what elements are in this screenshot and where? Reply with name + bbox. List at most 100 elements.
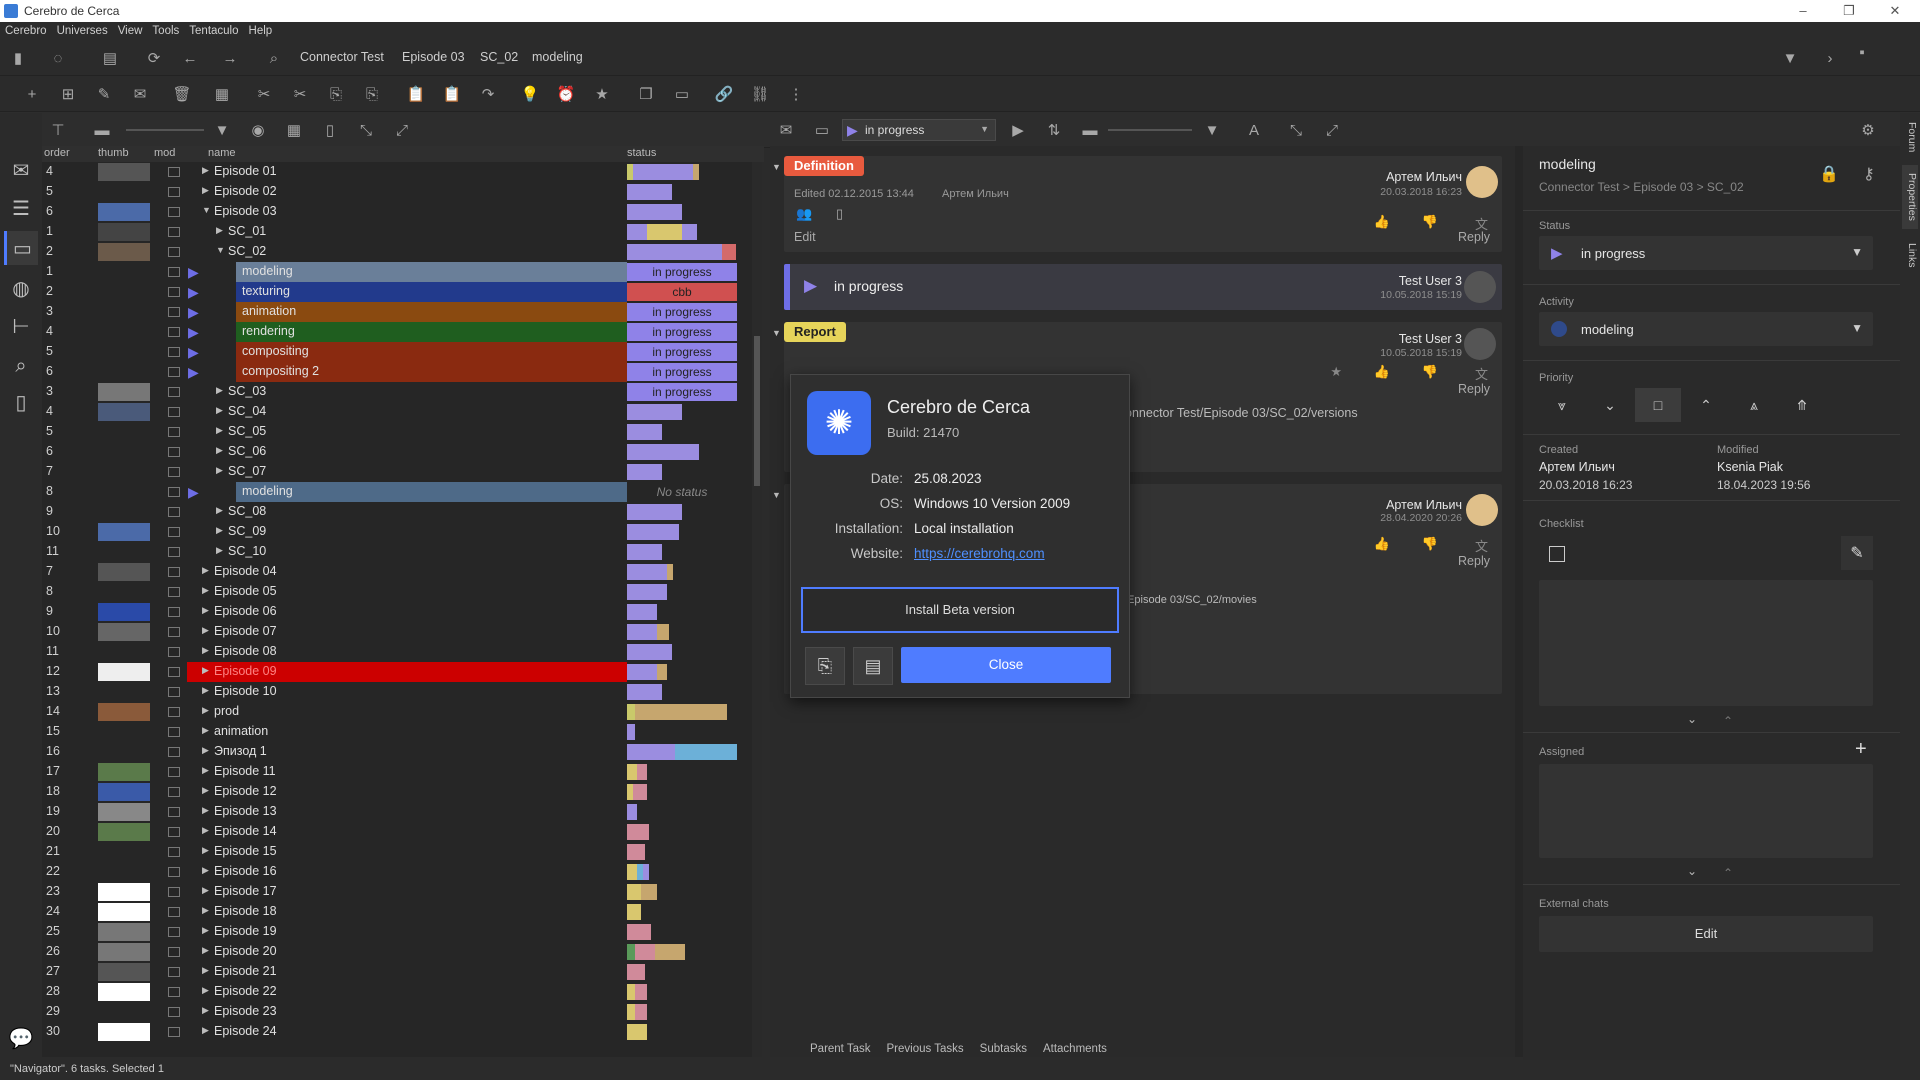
table-row[interactable]: 2 ▼ SC_02 <box>42 242 752 262</box>
collapsed-arrow-icon[interactable]: ▶ <box>216 405 223 416</box>
thumbnail-slider[interactable] <box>126 129 204 131</box>
table-row[interactable]: 11 ▶ Episode 08 <box>42 642 752 662</box>
versions-path[interactable]: Connector Test/Episode 03/SC_02/versions <box>1116 406 1358 420</box>
table-row[interactable]: 1 ▶ SC_01 <box>42 222 752 242</box>
table-row[interactable]: 10 ▶ Episode 07 <box>42 622 752 642</box>
table-row[interactable]: 25 ▶ Episode 19 <box>42 922 752 942</box>
thumbnail[interactable] <box>98 503 150 521</box>
chevron-up-icon[interactable]: ⌃ <box>1723 714 1733 728</box>
collapsed-arrow-icon[interactable]: ▶ <box>202 185 209 196</box>
thumbnail[interactable] <box>98 723 150 741</box>
copy-branch-icon[interactable]: ⎘ <box>362 84 382 104</box>
message-icon[interactable]: ✉ <box>130 84 150 104</box>
table-row[interactable]: 13 ▶ Episode 10 <box>42 682 752 702</box>
collapsed-arrow-icon[interactable]: ▶ <box>202 705 209 716</box>
tab-properties[interactable]: Properties <box>1902 165 1918 229</box>
table-row[interactable]: 12 ▶ Episode 09 <box>42 662 752 682</box>
reply-link[interactable]: Reply <box>1458 382 1490 396</box>
assigned-box[interactable] <box>1539 764 1873 858</box>
table-row[interactable]: 3 ▶ SC_03 in progress <box>42 382 752 402</box>
chevron-down-icon[interactable]: ⌄ <box>1687 712 1697 726</box>
task-row[interactable]: 8 ▶ modeling No status <box>42 482 752 502</box>
table-row[interactable]: 30 ▶ Episode 24 <box>42 1022 752 1042</box>
collapsed-arrow-icon[interactable]: ▶ <box>216 385 223 396</box>
settings-gear-icon[interactable]: ⚙ <box>1858 120 1878 140</box>
table-row[interactable]: 24 ▶ Episode 18 <box>42 902 752 922</box>
thumbnail[interactable] <box>98 803 150 821</box>
duplicate-icon[interactable]: ❐ <box>636 84 656 104</box>
collapse-icon-2[interactable]: ⤡ <box>1286 120 1306 140</box>
table-row[interactable]: 6 ▼ Episode 03 <box>42 202 752 222</box>
forward-icon[interactable]: → <box>220 48 240 68</box>
collapsed-arrow-icon[interactable]: ▶ <box>202 605 209 616</box>
collapse-arrow-icon[interactable]: ▼ <box>772 490 781 500</box>
zoom-slider[interactable] <box>1108 129 1192 131</box>
collapsed-arrow-icon[interactable]: ▶ <box>202 1005 209 1016</box>
paste-icon[interactable]: 📋 <box>406 84 426 104</box>
collapsed-arrow-icon[interactable]: ▶ <box>202 765 209 776</box>
table-row[interactable]: 17 ▶ Episode 11 <box>42 762 752 782</box>
refresh-icon[interactable]: ⟳ <box>144 48 164 68</box>
close-button[interactable]: Close <box>901 647 1111 683</box>
idea-icon[interactable]: 💡 <box>520 84 540 104</box>
hierarchy-nav-icon[interactable]: ⊢ <box>4 309 38 343</box>
cut-branch-icon[interactable]: ✂ <box>290 84 310 104</box>
thumbnail[interactable] <box>98 403 150 421</box>
table-row[interactable]: 4 ▶ Episode 01 <box>42 162 752 182</box>
panel-icon[interactable]: ▬ <box>1080 120 1100 140</box>
task-play-icon[interactable]: ▶ <box>188 364 199 381</box>
lock-icon[interactable]: 🔒 <box>1819 164 1839 184</box>
collapse-icon[interactable]: ⤡ <box>356 120 376 140</box>
paste-special-icon[interactable]: 📋 <box>442 84 462 104</box>
status-badge[interactable]: No status <box>627 483 737 501</box>
table-row[interactable]: 11 ▶ SC_10 <box>42 542 752 562</box>
table-row[interactable]: 10 ▶ SC_09 <box>42 522 752 542</box>
table-row[interactable]: 14 ▶ prod <box>42 702 752 722</box>
thumbnail[interactable] <box>98 763 150 781</box>
collapsed-arrow-icon[interactable]: ▶ <box>216 505 223 516</box>
search-icon[interactable]: ⌕ <box>264 48 284 68</box>
status-dropdown[interactable]: ▶ in progress ▼ <box>1539 236 1873 270</box>
thumbnail[interactable] <box>98 743 150 761</box>
checklist-checkbox[interactable] <box>1549 546 1565 562</box>
thumbnail[interactable] <box>98 643 150 661</box>
task-play-icon[interactable]: ▶ <box>188 284 199 301</box>
thumbnail[interactable] <box>98 383 150 401</box>
tab-parent-task[interactable]: Parent Task <box>810 1043 871 1059</box>
breadcrumb-episode[interactable]: Episode 03 <box>402 50 465 64</box>
tree-scrollbar[interactable] <box>752 162 762 1057</box>
expand-icon-2[interactable]: ⤢ <box>1322 120 1342 140</box>
thumbnail[interactable] <box>98 783 150 801</box>
clipboard-nav-icon[interactable]: ▯ <box>4 385 38 419</box>
table-row[interactable]: 29 ▶ Episode 23 <box>42 1002 752 1022</box>
status-filter-dropdown[interactable]: ▶ in progress ▼ <box>842 119 996 141</box>
thumbnail-size-icon[interactable]: ▬ <box>92 120 112 140</box>
collapsed-arrow-icon[interactable]: ▶ <box>216 445 223 456</box>
like-icon[interactable]: 👍 <box>1374 214 1390 230</box>
unlink-icon[interactable]: ⛓ <box>750 84 770 104</box>
thumbnail[interactable] <box>98 903 150 921</box>
table-row[interactable]: 16 ▶ Эпизод 1 <box>42 742 752 762</box>
install-beta-button[interactable]: Install Beta version <box>801 587 1119 633</box>
expanded-arrow-icon[interactable]: ▼ <box>216 245 225 255</box>
dislike-icon[interactable]: 👎 <box>1422 364 1438 380</box>
notes-icon[interactable]: ▮ <box>8 48 28 68</box>
thumbnail[interactable] <box>98 1003 150 1021</box>
external-chats-edit-button[interactable]: Edit <box>1539 916 1873 952</box>
collapsed-arrow-icon[interactable]: ▶ <box>202 885 209 896</box>
thumbnail[interactable] <box>98 823 150 841</box>
collapsed-arrow-icon[interactable]: ▶ <box>202 785 209 796</box>
collapsed-arrow-icon[interactable]: ▶ <box>202 825 209 836</box>
table-row[interactable]: 5 ▶ Episode 02 <box>42 182 752 202</box>
archive-icon[interactable]: ▦ <box>212 84 232 104</box>
table-row[interactable]: 7 ▶ Episode 04 <box>42 562 752 582</box>
mail-icon[interactable]: ✉ <box>776 120 796 140</box>
attachment-icon[interactable]: ▯ <box>836 206 843 222</box>
task-row[interactable]: 1 ▶ modeling in progress <box>42 262 752 282</box>
document-icon[interactable]: ▯ <box>320 120 340 140</box>
copy-icon[interactable]: ⎘ <box>326 84 346 104</box>
expand-icon[interactable]: ⤢ <box>392 120 412 140</box>
status-badge[interactable]: in progress <box>627 343 737 361</box>
chevron-down-icon[interactable]: ⌄ <box>1687 864 1697 878</box>
activity-dropdown[interactable]: modeling ▼ <box>1539 312 1873 346</box>
